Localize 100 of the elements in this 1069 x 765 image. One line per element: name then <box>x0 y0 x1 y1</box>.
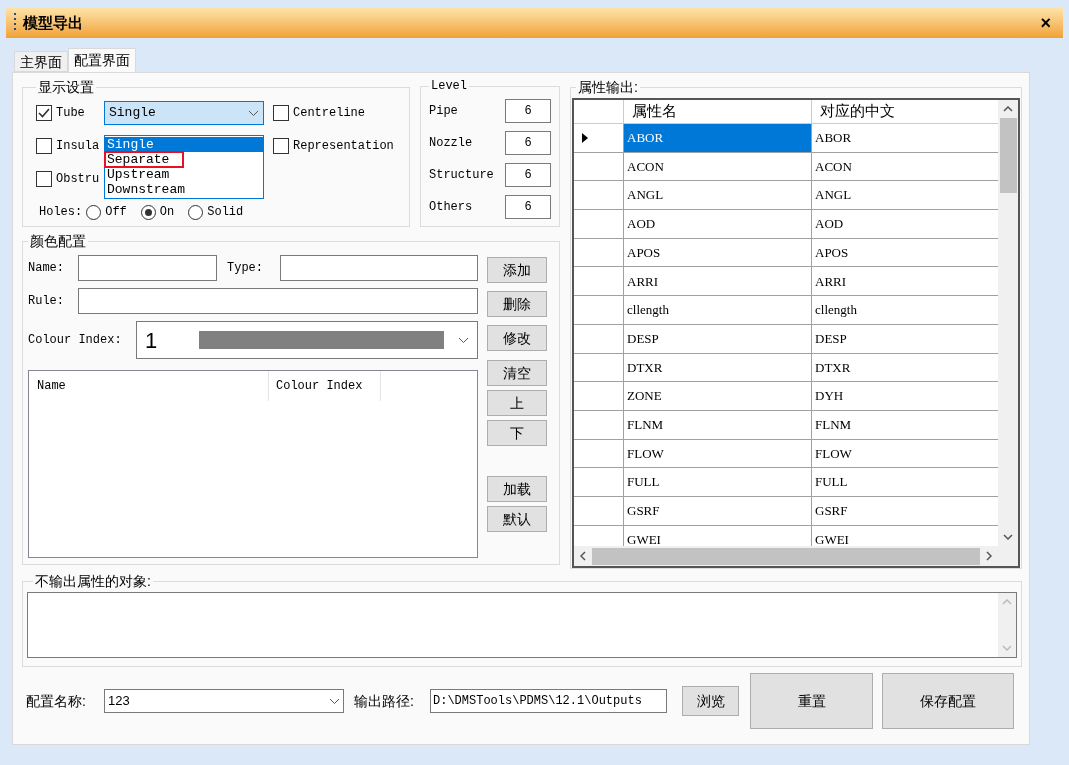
radio-label: Solid <box>207 204 244 221</box>
chevron-left-icon <box>580 551 586 561</box>
group-title: 颜色配置 <box>29 232 87 251</box>
name-field[interactable] <box>78 255 217 281</box>
type-field[interactable] <box>280 255 478 281</box>
checkbox-label: Insula <box>56 137 100 155</box>
table-cell[interactable]: ABOR <box>624 124 812 152</box>
check-icon <box>38 108 50 118</box>
checkbox[interactable] <box>36 137 52 154</box>
chevron-up-icon <box>1003 106 1013 112</box>
text-area[interactable] <box>27 592 1017 658</box>
checkbox[interactable] <box>36 170 52 187</box>
dropdown-option[interactable]: Single <box>105 137 263 152</box>
table-cell-text: ACON <box>814 157 853 176</box>
table-cell-text: DESP <box>814 329 848 348</box>
scrollbar-thumb[interactable] <box>592 547 980 565</box>
horizontal-scrollbar[interactable] <box>574 546 1018 566</box>
checkbox[interactable] <box>36 105 52 121</box>
checkbox[interactable] <box>273 105 289 121</box>
group-title: Level <box>430 78 468 95</box>
button[interactable]: 上 <box>487 390 547 416</box>
table-cell[interactable]: ZONE <box>624 382 812 410</box>
dropdown-option[interactable]: Separate <box>105 152 183 167</box>
level-field[interactable]: 6 <box>505 195 551 219</box>
chevron-up-icon <box>1002 599 1012 605</box>
chevron-down-icon <box>248 109 259 117</box>
button[interactable]: 浏览 <box>682 686 739 716</box>
dropdown-value: Single <box>109 104 157 123</box>
config-name-dropdown[interactable]: 123 <box>104 689 344 713</box>
checkbox-label: Obstru <box>56 170 100 188</box>
tab[interactable]: 配置界面 <box>68 48 136 72</box>
level-label: Structure <box>429 167 495 184</box>
table-cell[interactable]: cllength <box>624 296 812 324</box>
dropdown-value: 123 <box>108 692 131 711</box>
table-cell-text: ARRI <box>814 272 848 291</box>
dropdown-option[interactable]: Downstream <box>105 182 263 197</box>
table-cell-text: DYH <box>814 387 845 406</box>
column-header: Name <box>29 371 269 401</box>
table-cell-text: DTXR <box>814 358 852 377</box>
table-cell[interactable]: FULL <box>624 468 812 496</box>
button[interactable]: 下 <box>487 420 547 446</box>
table-cell-text: GSRF <box>814 502 849 521</box>
table-cell[interactable]: DTXR <box>624 353 812 382</box>
table-cell-text: FLOW <box>814 444 853 463</box>
button[interactable]: 保存配置 <box>882 673 1014 729</box>
table-cell-text: AOD <box>814 215 845 234</box>
tube-mode-dropdown[interactable]: Single <box>104 101 264 125</box>
holes-label: Holes: <box>39 204 83 221</box>
table-cell[interactable]: DESP <box>624 324 812 353</box>
table-cell[interactable]: FLNM <box>624 410 812 439</box>
table-cell-text: FULL <box>814 473 849 492</box>
field-label: Colour Index: <box>28 332 123 349</box>
vertical-scrollbar[interactable] <box>998 100 1018 546</box>
level-field[interactable]: 6 <box>505 99 551 123</box>
scrollbar-thumb[interactable] <box>999 118 1017 193</box>
button[interactable]: 添加 <box>487 257 547 283</box>
level-field[interactable]: 6 <box>505 131 551 155</box>
tab[interactable]: 主界面 <box>14 51 68 72</box>
close-button[interactable]: × <box>1040 9 1051 37</box>
checkbox[interactable] <box>273 137 289 154</box>
button[interactable]: 默认 <box>487 506 547 532</box>
group-title: 属性输出: <box>577 78 639 97</box>
level-label: Pipe <box>429 103 459 120</box>
column-header: 对应的中文 <box>819 101 896 121</box>
rule-field[interactable] <box>78 288 478 314</box>
table-cell-text: APOS <box>814 243 850 262</box>
button[interactable]: 重置 <box>750 673 873 729</box>
dropdown-option[interactable]: Upstream <box>105 167 263 182</box>
level-field[interactable]: 6 <box>505 163 551 187</box>
button[interactable]: 修改 <box>487 325 547 351</box>
table-cell[interactable]: ARRI <box>624 267 812 296</box>
table-cell-text: FLNM <box>814 415 853 434</box>
dropdown-value: 1 <box>145 326 159 355</box>
radio-button[interactable] <box>140 204 156 220</box>
button[interactable]: 加载 <box>487 476 547 502</box>
column-header: Colour Index <box>269 371 381 401</box>
level-label: Others <box>429 199 474 216</box>
radio-button[interactable] <box>188 204 204 220</box>
table-cell-text: cllength <box>814 301 858 320</box>
button[interactable]: 清空 <box>487 360 547 386</box>
group-title: 显示设置 <box>37 78 95 97</box>
table-cell[interactable]: GSRF <box>624 496 812 525</box>
table-cell[interactable]: AOD <box>624 210 812 238</box>
radio-button[interactable] <box>86 204 102 220</box>
level-label: Nozzle <box>429 135 474 152</box>
radio-label: Off <box>105 204 127 221</box>
table-cell[interactable]: APOS <box>624 238 812 267</box>
table-cell[interactable]: FLOW <box>624 439 812 468</box>
chevron-right-icon <box>986 551 992 561</box>
vertical-scrollbar[interactable] <box>998 593 1016 657</box>
colour-index-dropdown[interactable]: 1 <box>136 321 478 359</box>
column-header: 属性名 <box>624 100 812 123</box>
checkbox-label: Tube <box>56 105 85 122</box>
table-cell[interactable]: ACON <box>624 152 812 181</box>
checkbox-label: Representation <box>293 137 394 155</box>
window-title: 模型导出 <box>23 12 83 33</box>
table-cell[interactable]: ANGL <box>624 181 812 210</box>
field-label: Name: <box>28 260 65 277</box>
output-path-field[interactable]: D:\DMSTools\PDMS\12.1\Outputs <box>430 689 667 713</box>
button[interactable]: 删除 <box>487 291 547 317</box>
